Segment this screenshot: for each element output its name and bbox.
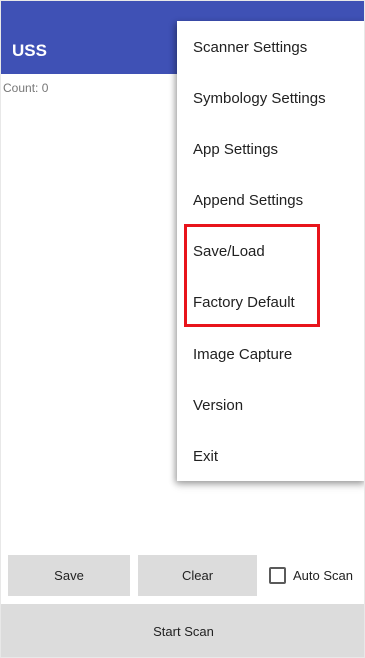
auto-scan-toggle[interactable]: Auto Scan bbox=[269, 565, 353, 585]
menu-item-scanner-settings[interactable]: Scanner Settings bbox=[177, 22, 364, 73]
scan-count-label: Count: 0 bbox=[3, 81, 49, 95]
menu-item-exit[interactable]: Exit bbox=[177, 431, 364, 482]
menu-item-append-settings[interactable]: Append Settings bbox=[177, 175, 364, 226]
menu-item-save-load[interactable]: Save/Load bbox=[177, 226, 364, 277]
clear-button[interactable]: Clear bbox=[138, 555, 257, 596]
save-button[interactable]: Save bbox=[8, 555, 130, 596]
menu-item-symbology-settings[interactable]: Symbology Settings bbox=[177, 73, 364, 124]
auto-scan-checkbox[interactable] bbox=[269, 566, 286, 584]
menu-item-image-capture[interactable]: Image Capture bbox=[177, 329, 364, 380]
app-title: USS bbox=[12, 41, 47, 60]
menu-item-version[interactable]: Version bbox=[177, 380, 364, 431]
menu-item-app-settings[interactable]: App Settings bbox=[177, 124, 364, 175]
menu-item-factory-default[interactable]: Factory Default bbox=[177, 277, 364, 328]
start-scan-button[interactable]: Start Scan bbox=[1, 604, 364, 657]
overflow-menu: Scanner Settings Symbology Settings App … bbox=[177, 21, 364, 482]
auto-scan-label: Auto Scan bbox=[293, 567, 353, 583]
app-screen: USS Count: 0 Save Clear Auto Scan Start … bbox=[0, 0, 365, 658]
